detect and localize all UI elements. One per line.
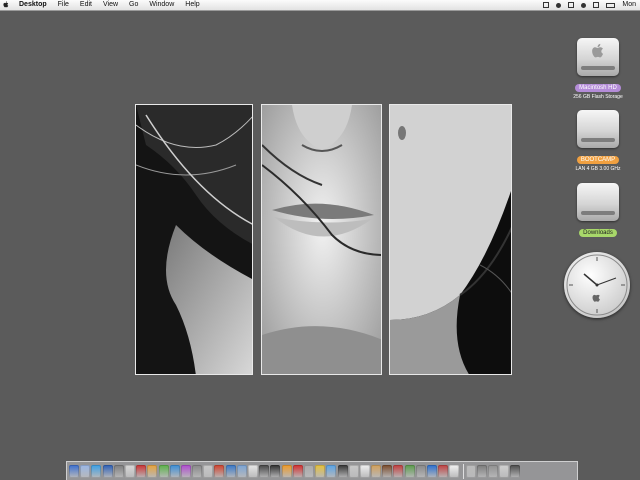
clock-face-icon [566, 254, 628, 316]
dock-app-icon[interactable] [371, 464, 382, 478]
dock-app-icon[interactable] [438, 464, 449, 478]
wallpaper-panel-right [389, 104, 512, 375]
desktop-icon-label: Macintosh HD [575, 84, 621, 92]
dock-app-icon[interactable] [169, 464, 180, 478]
dock-app-icon[interactable] [404, 464, 415, 478]
desktop-icon-downloads[interactable]: Downloads [563, 183, 633, 239]
menu-bar: Desktop File Edit View Go Window Help Mo… [0, 0, 640, 11]
dock-app-icon[interactable] [180, 464, 191, 478]
dock-app-icon[interactable] [214, 464, 225, 478]
dock-app-icon[interactable] [415, 464, 426, 478]
dock-app-icon[interactable] [113, 464, 124, 478]
hard-drive-icon [577, 183, 619, 221]
dock-app-icon[interactable] [236, 464, 247, 478]
dock-app-icon[interactable] [487, 464, 498, 478]
desktop-icon-subtitle: LAN 4 GB 3.00 GHz [575, 166, 621, 172]
desktop-icon-macintosh-hd[interactable]: Macintosh HD 256 GB Flash Storage [563, 38, 633, 101]
dock-app-icon[interactable] [281, 464, 292, 478]
dock [66, 461, 578, 480]
menu-view[interactable]: View [103, 0, 118, 10]
volume-icon[interactable] [593, 2, 600, 8]
desktop-icon-bootcamp[interactable]: BOOTCAMP LAN 4 GB 3.00 GHz [563, 110, 633, 173]
dock-app-icon[interactable] [449, 464, 460, 478]
dock-app-icon[interactable] [69, 464, 79, 478]
dock-app-icon[interactable] [348, 464, 359, 478]
dock-app-icon[interactable] [465, 464, 476, 478]
menu-app-name[interactable]: Desktop [19, 0, 47, 10]
dock-app-icon[interactable] [510, 464, 521, 478]
bluetooth-icon[interactable] [568, 2, 575, 8]
dock-app-icon[interactable] [147, 464, 158, 478]
desktop-icon-label: Downloads [579, 229, 617, 237]
dock-app-icon[interactable] [80, 464, 91, 478]
clock-widget[interactable] [564, 252, 630, 318]
dock-separator [462, 463, 464, 479]
dock-app-icon[interactable] [136, 464, 147, 478]
wallpaper-panel-center [261, 104, 382, 375]
dock-app-icon[interactable] [203, 464, 214, 478]
menu-window[interactable]: Window [149, 0, 174, 10]
desktop-icon-subtitle: 256 GB Flash Storage [573, 94, 623, 100]
menubar-clock[interactable]: Mon [622, 0, 636, 10]
hard-drive-icon [577, 110, 619, 148]
dock-app-icon[interactable] [427, 464, 437, 478]
dock-app-icon[interactable] [499, 464, 510, 478]
dock-app-icon[interactable] [248, 464, 258, 478]
dock-app-icon[interactable] [326, 464, 337, 478]
dock-app-icon[interactable] [303, 464, 314, 478]
wallpaper-panel-left [135, 104, 253, 375]
hard-drive-icon [577, 38, 619, 76]
dock-app-icon[interactable] [225, 464, 236, 478]
apple-logo-icon [592, 43, 604, 58]
dock-app-icon[interactable] [393, 464, 404, 478]
dock-app-icon[interactable] [124, 464, 135, 478]
menu-go[interactable]: Go [129, 0, 138, 10]
dock-app-icon[interactable] [158, 464, 169, 478]
dock-app-icon[interactable] [382, 464, 393, 478]
dock-app-icon[interactable] [102, 464, 113, 478]
dock-app-icon[interactable] [337, 464, 348, 478]
dock-app-icon[interactable] [476, 464, 487, 478]
menu-edit[interactable]: Edit [80, 0, 92, 10]
apple-menu-icon[interactable] [3, 1, 9, 8]
time-machine-icon[interactable] [556, 2, 562, 8]
dock-app-icon[interactable] [91, 464, 102, 478]
menu-help[interactable]: Help [185, 0, 199, 10]
dock-app-icon[interactable] [270, 464, 281, 478]
sync-icon[interactable] [543, 2, 550, 8]
menu-file[interactable]: File [58, 0, 69, 10]
dock-app-icon[interactable] [192, 464, 203, 478]
wifi-icon[interactable] [581, 2, 587, 8]
battery-icon[interactable] [606, 2, 616, 8]
dock-app-icon[interactable] [315, 464, 326, 478]
dock-app-icon[interactable] [359, 464, 370, 478]
dock-app-icon[interactable] [292, 464, 303, 478]
desktop-icon-label: BOOTCAMP [576, 156, 620, 164]
dock-app-icon[interactable] [259, 464, 270, 478]
